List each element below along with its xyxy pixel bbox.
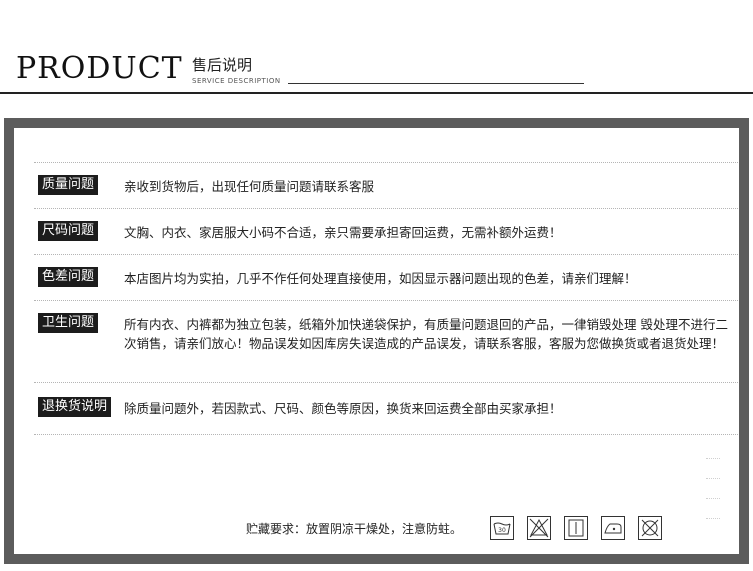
section-tag: 卫生问题 (38, 313, 99, 333)
section-text: 本店图片均为实拍，几乎不作任何处理直接使用，如因显示器问题出现的色差，请亲们理解… (124, 271, 637, 286)
divider (34, 382, 738, 383)
decor-dots (706, 498, 720, 499)
section-text: 除质量问题外，若因款式、尺码、颜色等原因，换货来回运费全部由买家承担！ (124, 401, 562, 416)
section-text: 所有内衣、内裤都为独立包装，纸箱外加快递袋保护，有质量问题退回的产品，一律销毁处… (124, 317, 728, 351)
do-not-dryclean-icon (638, 516, 662, 540)
storage-requirement: 贮藏要求：放置阴凉干燥处，注意防蛀。 (246, 522, 463, 536)
decor-dots (706, 478, 720, 479)
do-not-bleach-icon (527, 516, 551, 540)
decor-dots (706, 518, 720, 519)
divider (34, 208, 738, 209)
section-text: 文胸、内衣、家居服大小码不合适，亲只需要承担寄回运费，无需补额外运费！ (124, 225, 562, 240)
wash-temp-label: 30 (498, 527, 506, 534)
title-underline (288, 83, 584, 84)
panel-content: 质量问题 亲收到货物后，出现任何质量问题请联系客服 尺码问题 文胸、内衣、家居服… (14, 128, 739, 554)
divider (34, 300, 738, 301)
hang-dry-icon (564, 516, 588, 540)
divider (34, 254, 738, 255)
decor-dots (706, 458, 720, 459)
divider (34, 434, 738, 435)
divider (34, 162, 738, 163)
section-text: 亲收到货物后，出现任何质量问题请联系客服 (124, 179, 375, 194)
section-title-cn: 售后说明 (192, 56, 253, 74)
page-header: PRODUCT 售后说明 SERVICE DESCRIPTION (0, 0, 753, 100)
iron-low-icon (601, 516, 625, 540)
section-tag: 尺码问题 (38, 221, 99, 241)
after-sales-panel: 质量问题 亲收到货物后，出现任何质量问题请联系客服 尺码问题 文胸、内衣、家居服… (4, 118, 749, 564)
section-subtitle-en: SERVICE DESCRIPTION (192, 77, 281, 85)
header-divider (0, 92, 753, 94)
section-tag: 退换货说明 (38, 397, 112, 417)
wash-30-icon: 30 (490, 516, 514, 540)
section-tag: 色差问题 (38, 267, 99, 287)
section-tag: 质量问题 (38, 175, 99, 195)
brand-title: PRODUCT (16, 51, 183, 86)
